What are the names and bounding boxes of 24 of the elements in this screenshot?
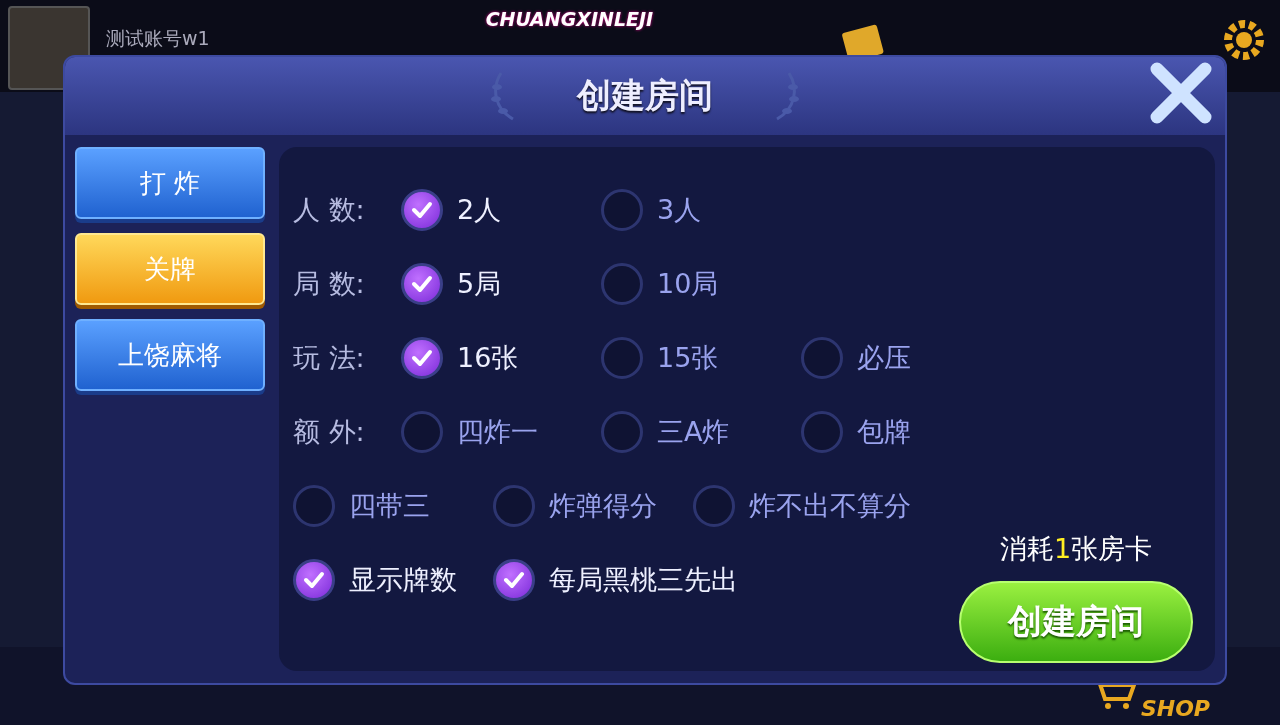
option-checkbox[interactable]: 三A炸	[601, 411, 801, 453]
option-checkbox[interactable]: 每局黑桃三先出	[493, 559, 742, 601]
row-label: 玩 法:	[293, 341, 366, 375]
row-label: 局 数:	[293, 267, 366, 301]
option-checkbox[interactable]: 必压	[801, 337, 1001, 379]
option-checkbox[interactable]: 炸不出不算分	[693, 485, 915, 527]
row-label: 人 数:	[293, 193, 366, 227]
option-checkbox[interactable]: 2人	[401, 189, 601, 231]
option-checkbox[interactable]: 四带三	[293, 485, 493, 527]
option-checkbox[interactable]: 显示牌数	[293, 559, 493, 601]
dialog-title: 创建房间	[577, 74, 713, 117]
option-checkbox[interactable]: 15张	[601, 337, 801, 379]
option-checkbox[interactable]: 四炸一	[401, 411, 601, 453]
shop-label[interactable]: SHOP	[1140, 696, 1210, 721]
logo-text: CHUANGXINLEJI	[485, 8, 654, 30]
cost-text: 消耗1张房卡	[999, 532, 1153, 566]
username: 测试账号w1	[106, 26, 210, 51]
option-checkbox[interactable]: 炸弹得分	[493, 485, 693, 527]
option-checkbox[interactable]: 3人	[601, 189, 801, 231]
option-checkbox[interactable]: 5局	[401, 263, 601, 305]
row-label: 额 外:	[293, 415, 366, 449]
option-checkbox[interactable]: 包牌	[801, 411, 1001, 453]
option-checkbox[interactable]: 16张	[401, 337, 601, 379]
option-checkbox[interactable]: 10局	[601, 263, 801, 305]
